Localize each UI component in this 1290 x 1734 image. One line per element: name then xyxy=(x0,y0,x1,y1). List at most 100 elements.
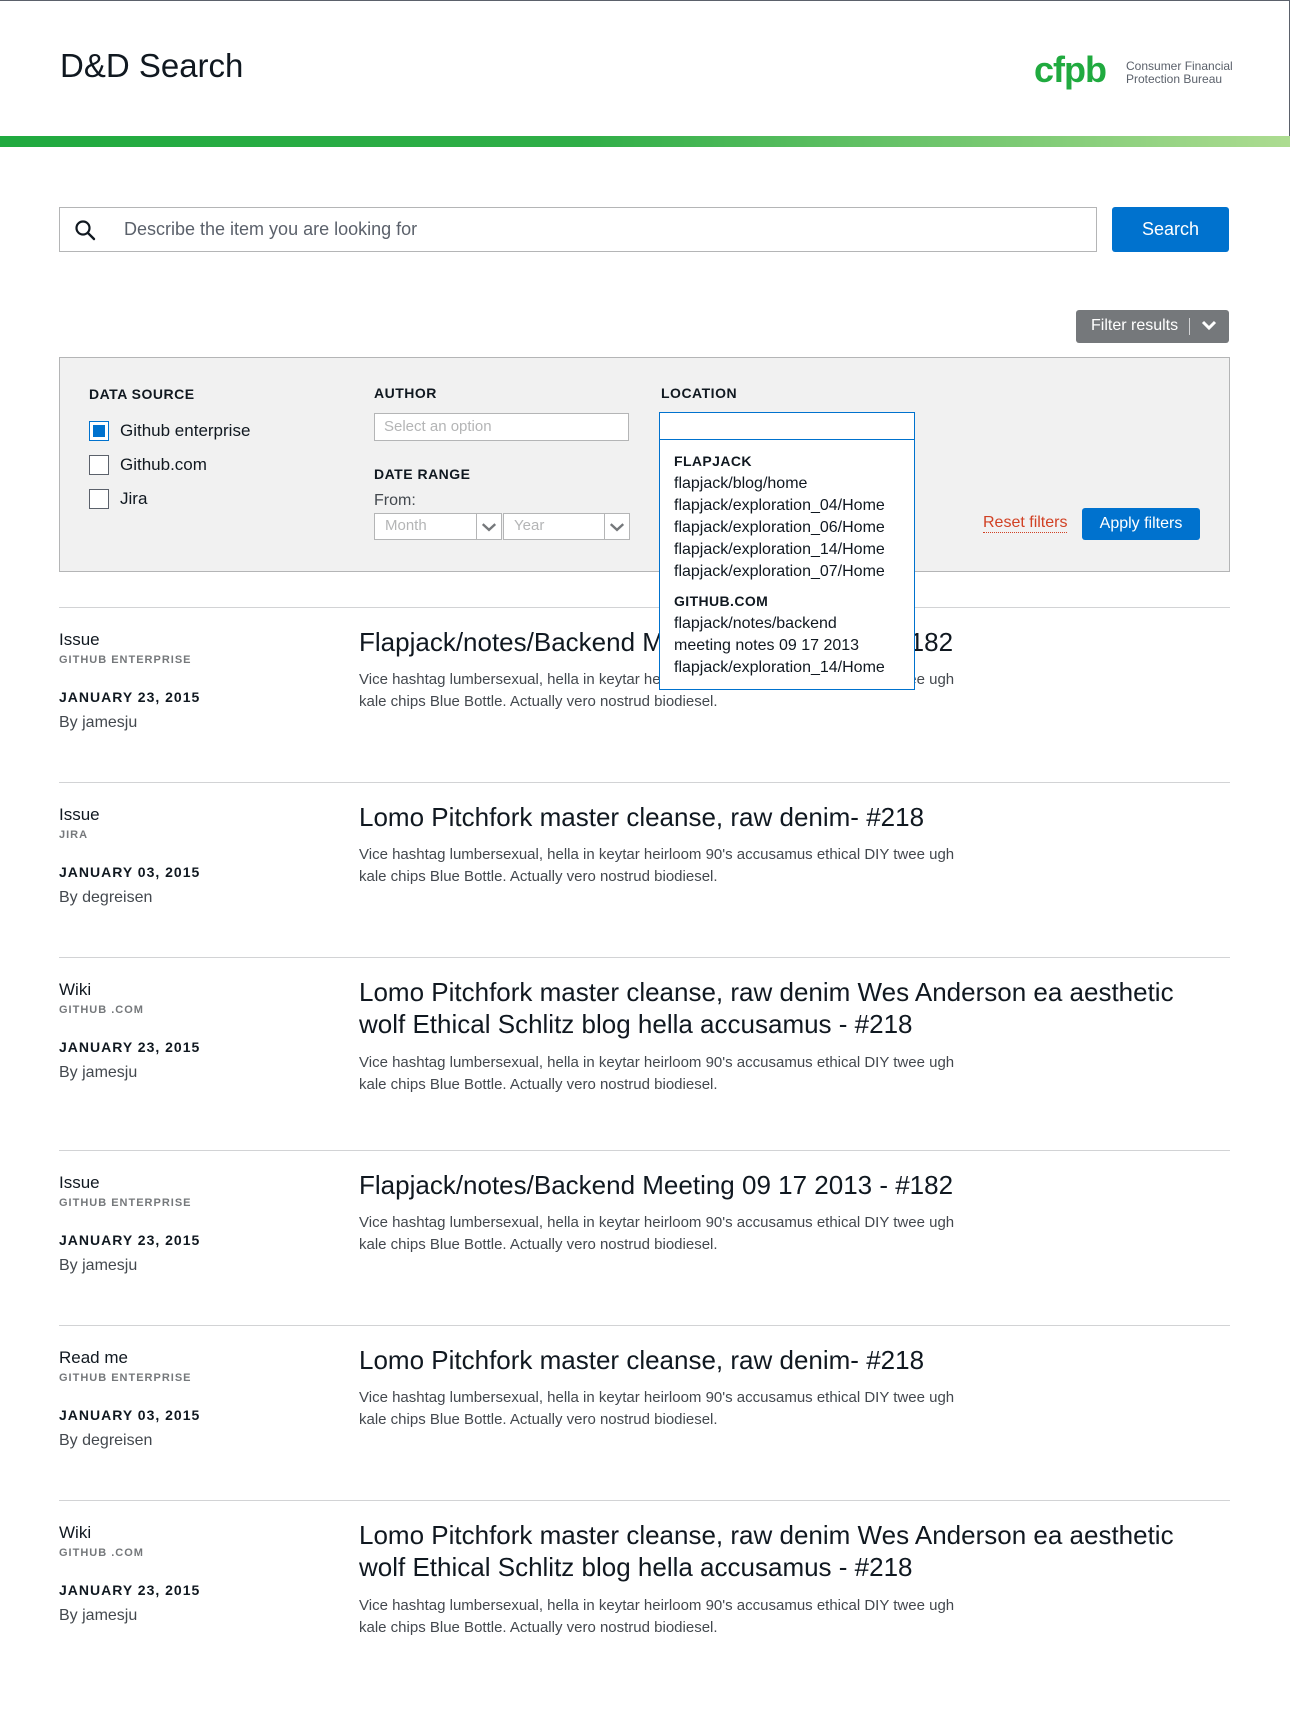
result-date: JANUARY 23, 2015 xyxy=(59,1232,201,1248)
result-date: JANUARY 23, 2015 xyxy=(59,1039,201,1055)
result-type: Wiki xyxy=(59,1523,92,1542)
description-line: Vice hashtag lumbersexual, hella in keyt… xyxy=(359,846,955,863)
checkbox-label: Jira xyxy=(120,489,148,508)
description-line: Vice hashtag lumbersexual, hella in keyt… xyxy=(359,1054,955,1071)
result-source: JIRA xyxy=(59,829,89,841)
result-date: JANUARY 23, 2015 xyxy=(59,1582,201,1598)
filter-panel: DATA SOURCE Github enterprise Github.com… xyxy=(59,357,1230,572)
checkbox-label: Github enterprise xyxy=(120,421,251,440)
description-line: kale chips Blue Bottle. Actually vero no… xyxy=(359,1411,718,1428)
cfpb-logo-mark: cfpb xyxy=(1034,49,1107,90)
title-line: wolf Ethical Schlitz blog hella accusamu… xyxy=(359,1552,913,1582)
filter-results-toggle[interactable]: Filter results xyxy=(1076,310,1229,343)
checkbox-github-enterprise[interactable]: Github enterprise xyxy=(89,420,250,442)
search-button[interactable]: Search xyxy=(1112,207,1229,252)
result-type: Issue xyxy=(59,630,100,649)
result-title-link[interactable]: Lomo Pitchfork master cleanse, raw denim… xyxy=(359,1519,1199,1583)
result-type: Wiki xyxy=(59,980,92,999)
description-line: kale chips Blue Bottle. Actually vero no… xyxy=(359,1619,718,1636)
description-line: kale chips Blue Bottle. Actually vero no… xyxy=(359,1236,718,1253)
dropdown-option[interactable]: meeting notes 09 17 2013 xyxy=(674,635,914,657)
cfpb-logo[interactable]: cfpb Consumer Financial Protection Burea… xyxy=(1034,50,1234,96)
search-box xyxy=(59,207,1097,252)
result-description: Vice hashtag lumbersexual, hella in keyt… xyxy=(359,844,1019,888)
description-line: Vice hashtag lumbersexual, hella in keyt… xyxy=(359,1214,955,1231)
result-source: GITHUB ENTERPRISE xyxy=(59,1372,192,1384)
result-date: JANUARY 03, 2015 xyxy=(59,1407,201,1423)
title-line: wolf Ethical Schlitz blog hella accusamu… xyxy=(359,1009,913,1039)
checkbox-checked[interactable] xyxy=(89,421,109,441)
title-line: Lomo Pitchfork master cleanse, raw denim… xyxy=(359,977,1174,1007)
author-select[interactable]: Select an option xyxy=(374,413,629,441)
dropdown-option[interactable]: flapjack/exploration_14/Home xyxy=(674,657,914,679)
result-type: Read me xyxy=(59,1348,128,1367)
result-item: Wiki GITHUB .COM JANUARY 23, 2015 By jam… xyxy=(59,1500,1230,1690)
dropdown-option[interactable]: flapjack/notes/backend xyxy=(674,613,914,635)
location-input[interactable] xyxy=(659,412,915,440)
checkbox-unchecked[interactable] xyxy=(89,455,109,475)
date-range-heading: DATE RANGE xyxy=(374,466,471,482)
month-select-value: Month xyxy=(385,517,427,534)
filter-results-label: Filter results xyxy=(1091,317,1179,334)
description-line: Vice hashtag lumbersexual, hella in keyt… xyxy=(359,1597,955,1614)
result-title-link[interactable]: Lomo Pitchfork master cleanse, raw denim… xyxy=(359,976,1199,1040)
result-item: Issue JIRA JANUARY 03, 2015 By degreisen… xyxy=(59,782,1230,957)
location-dropdown: FLAPJACK flapjack/blog/home flapjack/exp… xyxy=(659,440,915,690)
description-line: kale chips Blue Bottle. Actually vero no… xyxy=(359,693,718,710)
year-select-value: Year xyxy=(514,517,545,534)
description-line: Vice hashtag lumbersexual, hella in keyt… xyxy=(359,1389,955,1406)
author-heading: AUTHOR xyxy=(374,385,437,401)
dropdown-group-heading: GITHUB.COM xyxy=(674,593,769,609)
dropdown-option[interactable]: flapjack/exploration_07/Home xyxy=(674,561,914,583)
dropdown-group-heading: FLAPJACK xyxy=(674,453,752,469)
result-item: Issue GITHUB ENTERPRISE JANUARY 23, 2015… xyxy=(59,1150,1230,1325)
search-input[interactable] xyxy=(124,208,1084,251)
dropdown-option[interactable]: flapjack/exploration_14/Home xyxy=(674,539,914,561)
result-author: By jamesju xyxy=(59,1607,138,1624)
month-select[interactable]: Month xyxy=(374,513,502,540)
result-source: GITHUB .COM xyxy=(59,1004,144,1016)
toggle-separator xyxy=(1189,318,1190,335)
result-description: Vice hashtag lumbersexual, hella in keyt… xyxy=(359,1212,1019,1256)
result-item: Wiki GITHUB .COM JANUARY 23, 2015 By jam… xyxy=(59,957,1230,1150)
dropdown-gap xyxy=(674,583,914,591)
result-type: Issue xyxy=(59,805,100,824)
checkbox-label: Github.com xyxy=(120,455,207,474)
description-line: kale chips Blue Bottle. Actually vero no… xyxy=(359,868,718,885)
result-source: GITHUB ENTERPRISE xyxy=(59,654,192,666)
chevron-down-icon xyxy=(1201,320,1217,331)
page-header: D&D Search cfpb Consumer Financial Prote… xyxy=(0,0,1290,136)
dropdown-option[interactable]: flapjack/exploration_04/Home xyxy=(674,495,914,517)
result-title-link[interactable]: Lomo Pitchfork master cleanse, raw denim… xyxy=(359,1344,1199,1376)
apply-filters-button[interactable]: Apply filters xyxy=(1082,508,1200,540)
chevron-down-icon xyxy=(604,514,625,539)
result-title-link[interactable]: Flapjack/notes/Backend Meeting 09 17 201… xyxy=(359,1169,1199,1201)
chevron-down-icon xyxy=(476,514,497,539)
result-item: Read me GITHUB ENTERPRISE JANUARY 03, 20… xyxy=(59,1325,1230,1500)
result-item: Issue GITHUB ENTERPRISE JANUARY 23, 2015… xyxy=(59,607,1230,782)
result-author: By jamesju xyxy=(59,1064,138,1081)
title-line: Lomo Pitchfork master cleanse, raw denim… xyxy=(359,1520,1174,1550)
from-label: From: xyxy=(374,492,416,509)
result-author: By degreisen xyxy=(59,889,153,906)
search-icon xyxy=(75,220,96,241)
result-author: By jamesju xyxy=(59,1257,138,1274)
checkbox-unchecked[interactable] xyxy=(89,489,109,509)
cfpb-logo-text: Consumer Financial Protection Bureau xyxy=(1126,60,1236,86)
reset-filters-link[interactable]: Reset filters xyxy=(983,514,1068,533)
dropdown-option[interactable]: flapjack/blog/home xyxy=(674,473,914,495)
result-source: GITHUB .COM xyxy=(59,1547,144,1559)
data-source-heading: DATA SOURCE xyxy=(89,386,195,402)
dropdown-option[interactable]: flapjack/exploration_06/Home xyxy=(674,517,914,539)
result-type: Issue xyxy=(59,1173,100,1192)
result-title-link[interactable]: Lomo Pitchfork master cleanse, raw denim… xyxy=(359,801,1199,833)
checkbox-jira[interactable]: Jira xyxy=(89,488,147,510)
result-author: By degreisen xyxy=(59,1432,153,1449)
year-select[interactable]: Year xyxy=(503,513,630,540)
checkbox-github-com[interactable]: Github.com xyxy=(89,454,207,476)
brand-accent-bar xyxy=(0,136,1290,147)
result-description: Vice hashtag lumbersexual, hella in keyt… xyxy=(359,1387,1019,1431)
result-description: Vice hashtag lumbersexual, hella in keyt… xyxy=(359,1595,1019,1639)
app-title: D&D Search xyxy=(60,47,244,84)
result-date: JANUARY 23, 2015 xyxy=(59,689,201,705)
